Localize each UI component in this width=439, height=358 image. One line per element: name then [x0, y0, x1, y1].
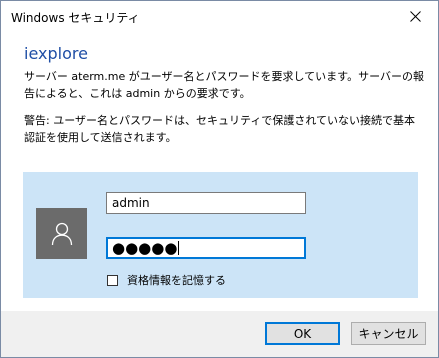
- dialog-heading: iexplore: [24, 44, 88, 63]
- credential-dialog: Windows セキュリティ iexplore サーバー aterm.me がユ…: [0, 0, 439, 358]
- password-mask: ●●●●●: [112, 238, 178, 257]
- avatar: [36, 208, 87, 259]
- close-button[interactable]: [393, 1, 438, 31]
- server-message: サーバー aterm.me がユーザー名とパスワードを要求しています。サーバーの…: [24, 70, 424, 100]
- window-title: Windows セキュリティ: [11, 11, 140, 25]
- remember-label: 資格情報を記憶する: [127, 274, 226, 287]
- text-caret: [178, 241, 180, 255]
- button-bar: OK キャンセル: [1, 311, 438, 357]
- title-bar: Windows セキュリティ: [1, 1, 438, 31]
- password-field[interactable]: ●●●●●: [106, 237, 306, 259]
- close-icon: [410, 10, 421, 22]
- ok-button[interactable]: OK: [265, 322, 340, 345]
- user-icon: [51, 222, 72, 245]
- remember-credentials[interactable]: 資格情報を記憶する: [107, 272, 226, 288]
- remember-checkbox[interactable]: [107, 274, 118, 286]
- security-warning: 警告: ユーザー名とパスワードは、セキュリティで保護されていない接続で基本認証を…: [24, 114, 415, 144]
- username-value: admin: [112, 196, 150, 210]
- credential-panel: admin ●●●●● 資格情報を記憶する: [23, 172, 418, 298]
- username-field[interactable]: admin: [106, 192, 306, 214]
- cancel-button[interactable]: キャンセル: [351, 322, 426, 345]
